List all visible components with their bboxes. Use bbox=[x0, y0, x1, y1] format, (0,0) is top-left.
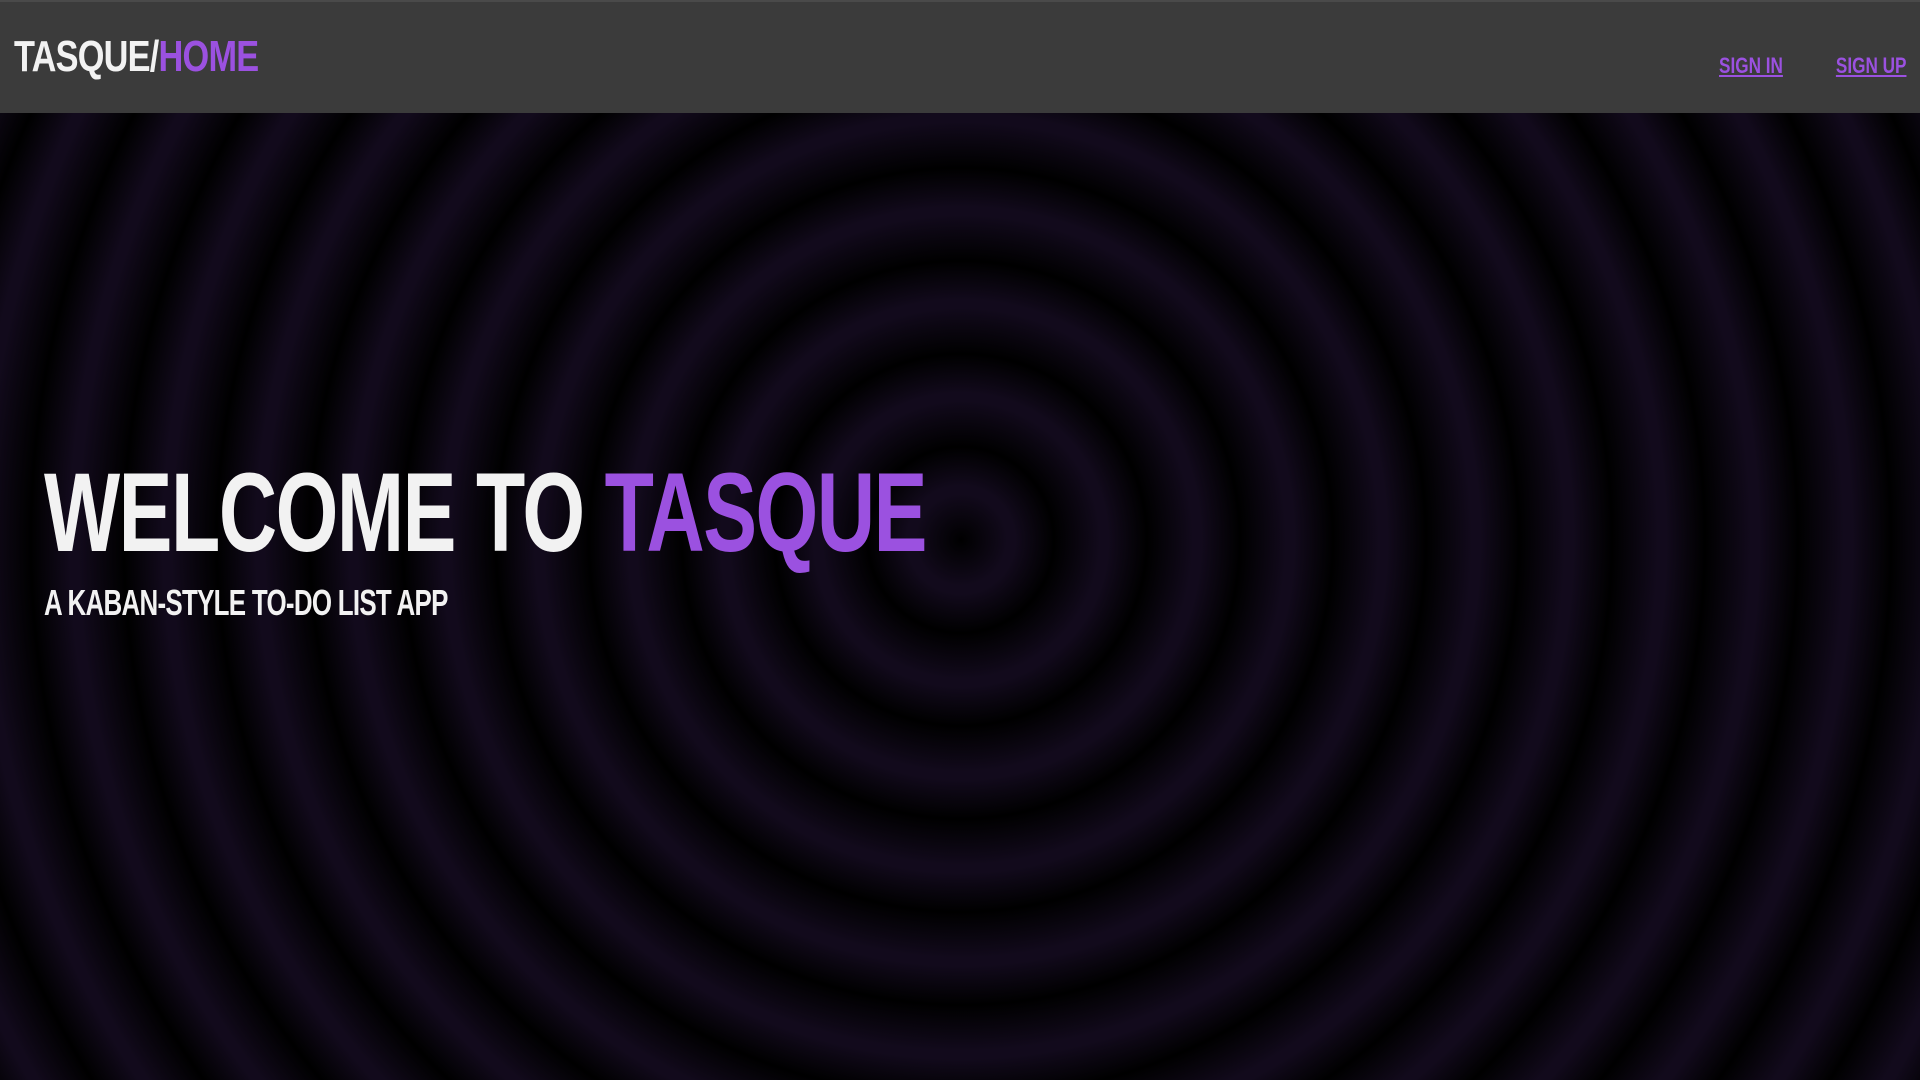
hero-content: WELCOME TO TASQUE A KABAN-STYLE TO-DO LI… bbox=[44, 453, 1269, 625]
hero-section: WELCOME TO TASQUE A KABAN-STYLE TO-DO LI… bbox=[0, 113, 1920, 1080]
brand-name: TASQUE/ bbox=[14, 32, 159, 81]
hero-title-accent: TASQUE bbox=[604, 450, 928, 575]
brand-page-label: HOME bbox=[158, 32, 260, 81]
brand-logo[interactable]: TASQUE/HOME bbox=[14, 30, 260, 84]
hero-subtitle: A KABAN-STYLE TO-DO LIST APP bbox=[44, 582, 448, 623]
auth-nav: SIGN IN SIGN UP bbox=[1673, 52, 1906, 80]
hero-title-main: WELCOME TO bbox=[44, 450, 605, 575]
top-navbar: TASQUE/HOME SIGN IN SIGN UP bbox=[0, 0, 1920, 113]
sign-up-link[interactable]: SIGN UP bbox=[1835, 52, 1906, 80]
hero-title: WELCOME TO TASQUE bbox=[44, 450, 928, 575]
sign-in-link[interactable]: SIGN IN bbox=[1719, 52, 1783, 80]
